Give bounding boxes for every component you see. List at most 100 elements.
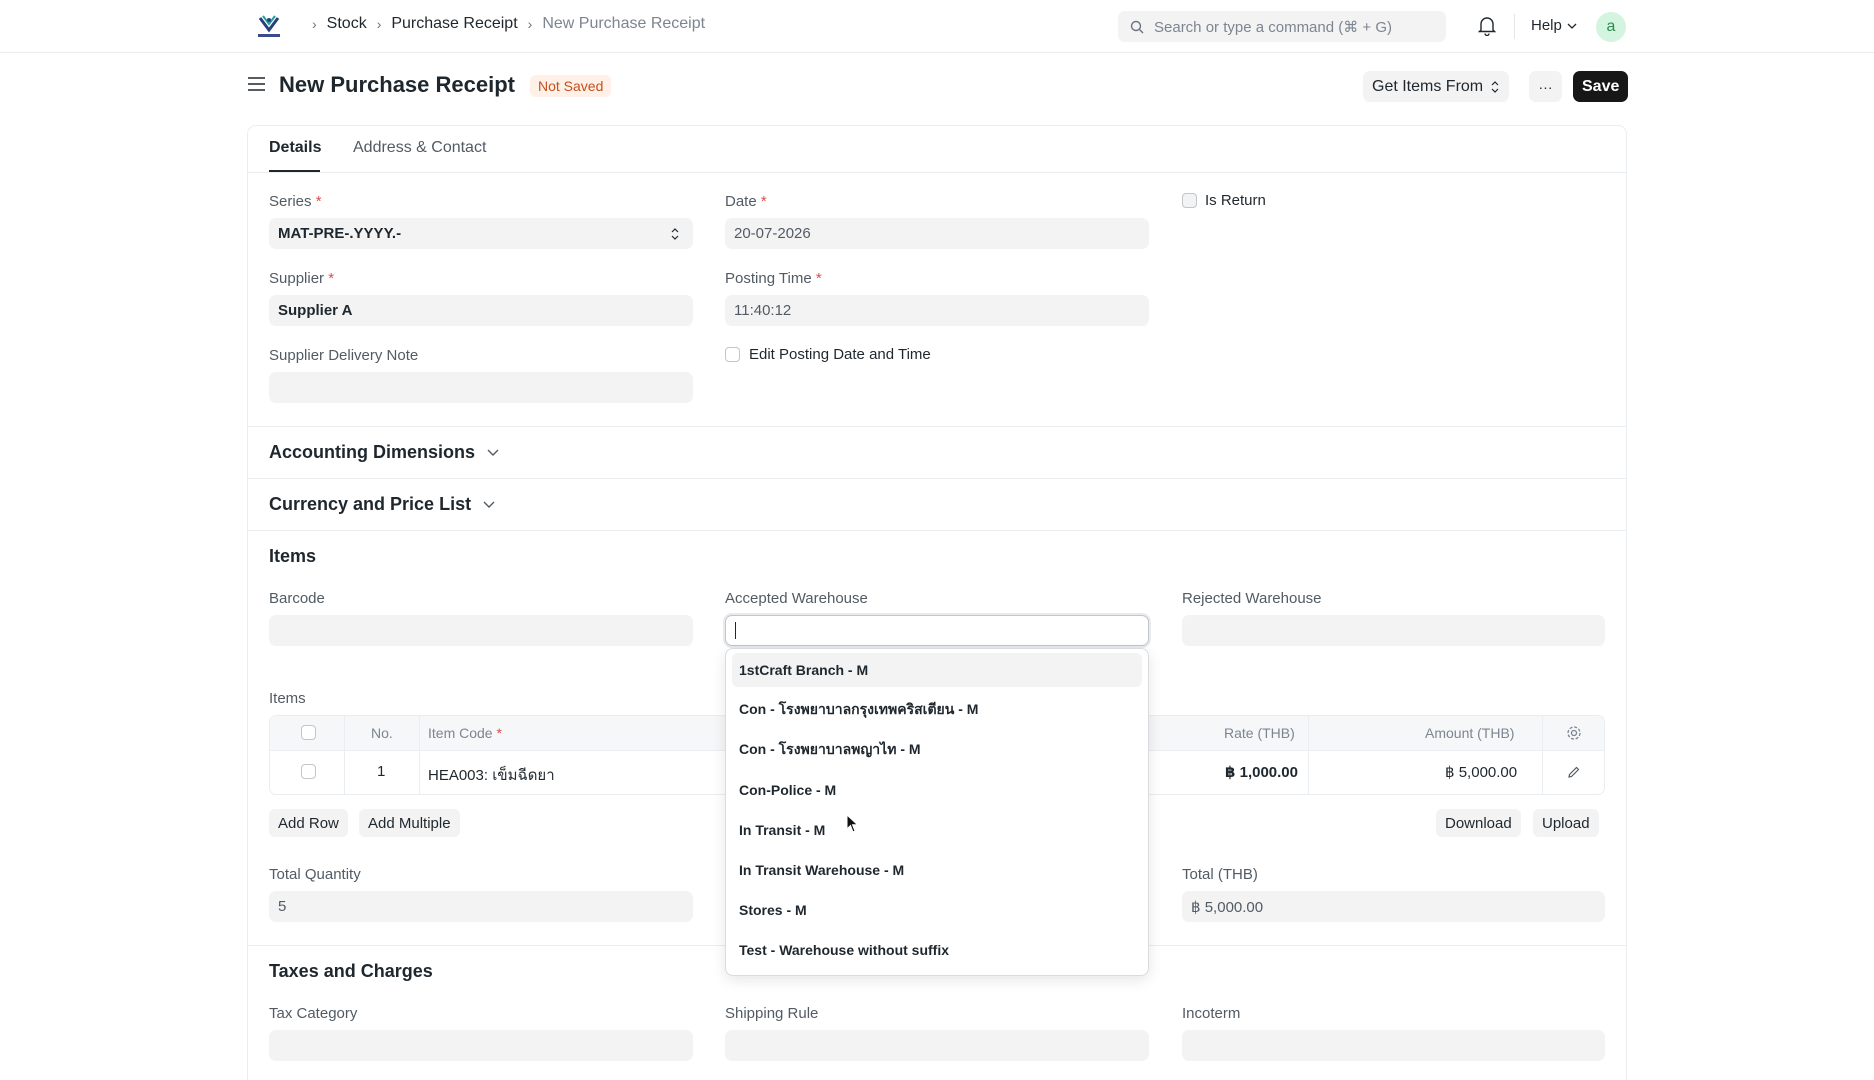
download-button[interactable]: Download <box>1436 809 1521 837</box>
chevron-down-icon <box>1567 23 1577 29</box>
dropdown-option[interactable]: In Transit - M <box>732 813 1142 847</box>
add-row-button[interactable]: Add Row <box>269 809 348 837</box>
supplier-delivery-note-label: Supplier Delivery Note <box>269 347 419 364</box>
section-accounting-dimensions-title: Accounting Dimensions <box>269 442 476 462</box>
more-actions-button[interactable]: ··· <box>1529 71 1562 102</box>
tax-category-label: Tax Category <box>269 1005 358 1022</box>
navbar: › Stock › Purchase Receipt › New Purchas… <box>0 0 1874 53</box>
active-tab-indicator <box>269 170 320 172</box>
add-multiple-button[interactable]: Add Multiple <box>359 809 460 837</box>
row-amount: ฿ 5,000.00 <box>1445 764 1518 781</box>
avatar[interactable]: a <box>1596 12 1626 42</box>
posting-time-label: Posting Time * <box>725 270 822 287</box>
get-items-from-button[interactable]: Get Items From <box>1363 71 1510 102</box>
supplier-field[interactable]: Supplier A <box>269 295 693 326</box>
is-return-label: Is Return <box>1205 192 1266 209</box>
chevron-down-icon <box>483 501 495 508</box>
column-header-amount: Amount (THB) <box>1425 725 1515 741</box>
section-items-title: Items <box>269 546 317 566</box>
column-divider <box>1308 716 1309 794</box>
select-all-checkbox[interactable] <box>301 725 316 740</box>
text-caret <box>735 622 736 639</box>
section-accounting-dimensions[interactable]: Accounting Dimensions <box>269 442 499 463</box>
total-label: Total (THB) <box>1182 866 1258 883</box>
tax-category-field[interactable] <box>269 1030 693 1061</box>
sidebar-toggle-icon[interactable] <box>248 77 265 91</box>
is-return-checkbox[interactable] <box>1182 193 1197 208</box>
section-divider <box>248 426 1626 427</box>
column-divider <box>1542 716 1543 794</box>
dropdown-option[interactable]: Con-Police - M <box>732 773 1142 807</box>
chevron-right-icon: › <box>527 16 533 32</box>
posting-time-field[interactable]: 11:40:12 <box>725 295 1149 326</box>
tab-details[interactable]: Details <box>269 139 321 157</box>
column-divider <box>344 716 345 794</box>
edit-posting-label: Edit Posting Date and Time <box>749 346 931 363</box>
row-checkbox[interactable] <box>301 764 316 779</box>
select-arrows-icon <box>1491 80 1499 93</box>
total-quantity-label: Total Quantity <box>269 866 361 883</box>
incoterm-field[interactable] <box>1182 1030 1605 1061</box>
shipping-rule-field[interactable] <box>725 1030 1149 1061</box>
total-field: ฿ 5,000.00 <box>1182 891 1605 922</box>
breadcrumb-current: New Purchase Receipt <box>542 15 706 32</box>
rejected-warehouse-label: Rejected Warehouse <box>1182 590 1322 607</box>
app-logo-icon[interactable] <box>254 12 284 42</box>
chevron-down-icon <box>487 449 499 456</box>
search-placeholder: Search or type a command (⌘ + G) <box>1154 18 1393 36</box>
supplier-label: Supplier * <box>269 270 335 287</box>
edit-pencil-icon[interactable] <box>1567 765 1581 779</box>
select-arrows-icon <box>671 228 679 240</box>
date-field[interactable]: 20-07-2026 <box>725 218 1149 249</box>
chevron-right-icon: › <box>376 16 382 32</box>
total-quantity-field: 5 <box>269 891 693 922</box>
section-divider <box>248 530 1626 531</box>
chevron-right-icon: › <box>312 16 317 32</box>
date-label: Date * <box>725 193 767 210</box>
row-rate[interactable]: ฿ 1,000.00 <box>1225 763 1298 781</box>
breadcrumb-purchase-receipt[interactable]: Purchase Receipt <box>391 15 517 33</box>
warehouse-dropdown: 1stCraft Branch - M Con - โรงพยาบาลกรุงเ… <box>725 648 1149 976</box>
tab-address-contact[interactable]: Address & Contact <box>353 139 486 157</box>
section-taxes-charges-title: Taxes and Charges <box>269 961 433 981</box>
bell-icon[interactable] <box>1478 16 1496 36</box>
series-select[interactable]: MAT-PRE-.YYYY.- <box>269 218 693 249</box>
dropdown-option[interactable]: 1stCraft Branch - M <box>732 653 1142 687</box>
help-label: Help <box>1531 17 1562 34</box>
row-no: 1 <box>377 763 386 780</box>
barcode-label: Barcode <box>269 590 325 607</box>
breadcrumb: › Stock › Purchase Receipt › New Purchas… <box>302 15 705 33</box>
dropdown-option[interactable]: Con - โรงพยาบาลกรุงเทพคริสเตียน - M <box>732 693 1142 727</box>
section-currency-price-list[interactable]: Currency and Price List <box>269 494 495 515</box>
gear-icon[interactable] <box>1566 725 1582 741</box>
rejected-warehouse-field[interactable] <box>1182 615 1605 646</box>
series-label: Series * <box>269 193 322 210</box>
mouse-pointer-icon <box>846 814 859 833</box>
upload-button[interactable]: Upload <box>1533 809 1599 837</box>
column-header-item-code: Item Code * <box>428 725 502 741</box>
help-menu-button[interactable]: Help <box>1531 17 1577 34</box>
section-divider <box>248 478 1626 479</box>
barcode-field[interactable] <box>269 615 693 646</box>
page-title: New Purchase Receipt <box>279 72 515 97</box>
search-icon <box>1130 20 1144 33</box>
save-button[interactable]: Save <box>1573 71 1629 102</box>
accepted-warehouse-label: Accepted Warehouse <box>725 590 868 607</box>
row-item-code[interactable]: HEA003: เข็มฉีดยา <box>428 763 555 787</box>
section-currency-price-list-title: Currency and Price List <box>269 494 472 514</box>
column-header-rate: Rate (THB) <box>1224 725 1295 741</box>
column-divider <box>419 716 420 794</box>
dropdown-option[interactable]: In Transit Warehouse - M <box>732 853 1142 887</box>
search-input[interactable]: Search or type a command (⌘ + G) <box>1118 11 1446 42</box>
column-header-no: No. <box>371 725 393 741</box>
series-value: MAT-PRE-.YYYY.- <box>278 225 402 242</box>
dropdown-option[interactable]: Stores - M <box>732 893 1142 927</box>
status-badge: Not Saved <box>530 75 612 97</box>
breadcrumb-stock[interactable]: Stock <box>327 15 367 33</box>
accepted-warehouse-input[interactable] <box>725 615 1149 646</box>
edit-posting-checkbox[interactable] <box>725 347 740 362</box>
dropdown-option[interactable]: Con - โรงพยาบาลพญาไท - M <box>732 733 1142 767</box>
dropdown-option[interactable]: Test - Warehouse without suffix <box>732 933 1142 967</box>
navbar-divider <box>1514 14 1515 39</box>
supplier-delivery-note-field[interactable] <box>269 372 693 403</box>
